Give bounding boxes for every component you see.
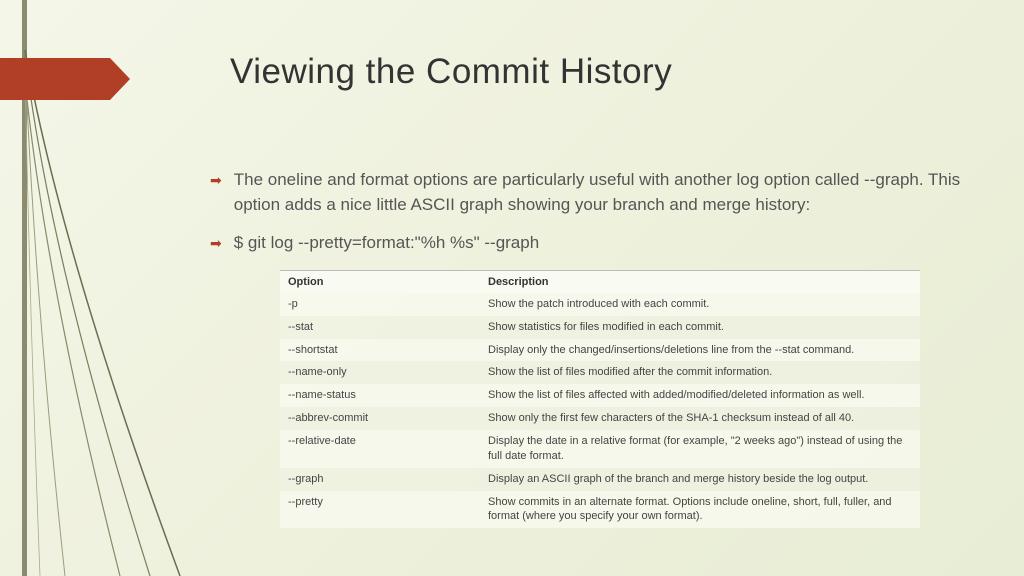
description-cell: Show the patch introduced with each comm… xyxy=(480,293,920,316)
option-cell: --name-status xyxy=(280,384,480,407)
bullet-item: ➡ The oneline and format options are par… xyxy=(210,168,970,217)
description-cell: Show the list of files affected with add… xyxy=(480,384,920,407)
description-cell: Show only the first few characters of th… xyxy=(480,407,920,430)
content-area: ➡ The oneline and format options are par… xyxy=(210,168,970,528)
option-cell: --stat xyxy=(280,316,480,339)
table-header-option: Option xyxy=(280,271,480,293)
bullet-text: $ git log --pretty=format:"%h %s" --grap… xyxy=(234,231,539,256)
bullet-item: ➡ $ git log --pretty=format:"%h %s" --gr… xyxy=(210,231,970,256)
description-cell: Display only the changed/insertions/dele… xyxy=(480,339,920,362)
option-cell: --pretty xyxy=(280,491,480,529)
description-cell: Display an ASCII graph of the branch and… xyxy=(480,468,920,491)
table-row: --prettyShow commits in an alternate for… xyxy=(280,491,920,529)
description-cell: Show statistics for files modified in ea… xyxy=(480,316,920,339)
bullet-text: The oneline and format options are parti… xyxy=(234,168,970,217)
option-cell: --graph xyxy=(280,468,480,491)
table-row: --name-onlyShow the list of files modifi… xyxy=(280,361,920,384)
option-cell: --name-only xyxy=(280,361,480,384)
title-arrow-decoration xyxy=(0,58,130,100)
table-row: --abbrev-commitShow only the first few c… xyxy=(280,407,920,430)
bullet-icon: ➡ xyxy=(210,172,222,189)
options-table-wrap: Option Description -pShow the patch intr… xyxy=(280,270,920,528)
page-title: Viewing the Commit History xyxy=(230,52,672,92)
table-row: -pShow the patch introduced with each co… xyxy=(280,293,920,316)
option-cell: --abbrev-commit xyxy=(280,407,480,430)
table-row: --name-statusShow the list of files affe… xyxy=(280,384,920,407)
table-row: --shortstatDisplay only the changed/inse… xyxy=(280,339,920,362)
description-cell: Display the date in a relative format (f… xyxy=(480,430,920,468)
table-row: --graphDisplay an ASCII graph of the bra… xyxy=(280,468,920,491)
table-header-description: Description xyxy=(480,271,920,293)
table-row: --statShow statistics for files modified… xyxy=(280,316,920,339)
description-cell: Show the list of files modified after th… xyxy=(480,361,920,384)
option-cell: --shortstat xyxy=(280,339,480,362)
table-row: --relative-dateDisplay the date in a rel… xyxy=(280,430,920,468)
options-table: Option Description -pShow the patch intr… xyxy=(280,271,920,528)
description-cell: Show commits in an alternate format. Opt… xyxy=(480,491,920,529)
option-cell: --relative-date xyxy=(280,430,480,468)
bullet-icon: ➡ xyxy=(210,235,222,252)
option-cell: -p xyxy=(280,293,480,316)
